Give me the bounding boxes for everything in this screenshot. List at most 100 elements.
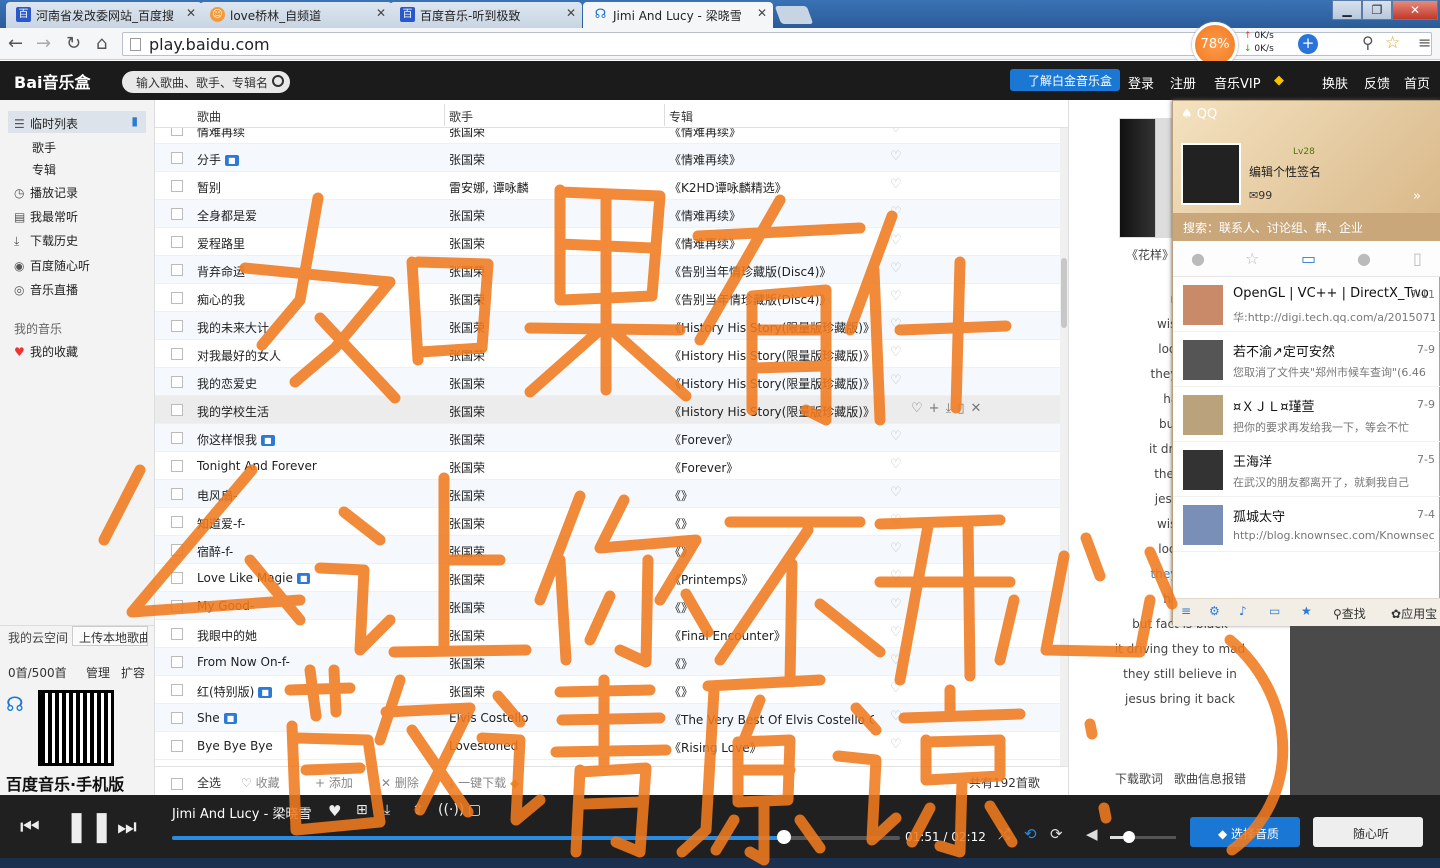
menu-icon[interactable]: ≡ (1418, 33, 1431, 52)
song-title[interactable]: 红(特别版) ■ (197, 683, 272, 700)
row-checkbox[interactable] (171, 320, 183, 332)
more-icon[interactable]: ▯ (957, 401, 970, 416)
song-row[interactable]: 情难再续 张国荣 《情难再续》 ♡ (155, 128, 1060, 144)
song-row[interactable]: 我眼中的她 张国荣 《Final Encounter》 ♡ (155, 620, 1060, 648)
favorite-icon[interactable]: ♥ (328, 802, 341, 820)
login-link[interactable]: 登录 (1128, 73, 1154, 92)
song-album[interactable]: 《情难再续》 (669, 235, 741, 252)
speed-plus-icon[interactable]: + (1298, 34, 1318, 54)
song-artist[interactable]: Elvis Costello (449, 711, 529, 725)
share-icon[interactable]: ⇪ (412, 802, 424, 818)
song-album[interactable]: 《Printemps》 (669, 571, 754, 588)
song-title[interactable]: 我的学校生活 (197, 403, 269, 420)
tab-close-icon[interactable]: ✕ (566, 6, 576, 20)
tab-favorites-icon[interactable]: ☆ (1245, 249, 1259, 268)
tab-groups-icon[interactable]: ● (1357, 249, 1371, 268)
star-icon[interactable]: ☆ (1385, 33, 1400, 53)
contact-avatar[interactable] (1183, 340, 1223, 380)
song-title[interactable]: 分手 ■ (197, 151, 239, 168)
sidebar-item-live[interactable]: ◎ 音乐直播 (14, 281, 78, 298)
qq-star-icon[interactable]: ★ (1301, 604, 1312, 618)
music-search-input[interactable]: 输入歌曲、歌手、专辑名 (122, 71, 290, 93)
heart-icon[interactable]: ♡ (890, 737, 902, 752)
search-icon[interactable] (272, 75, 284, 87)
forward-icon[interactable]: → (36, 33, 51, 54)
song-album[interactable]: 《情难再续》 (669, 151, 741, 168)
repeat-icon[interactable]: ⟲ (1024, 825, 1037, 843)
download-all-button[interactable]: ⤓ 一键下载 ◆ (449, 774, 519, 791)
row-checkbox[interactable] (171, 488, 183, 500)
song-artist[interactable]: 张国荣 (449, 319, 485, 336)
search-icon[interactable]: ⚲ (1362, 33, 1374, 52)
heart-icon[interactable]: ♡ (890, 485, 902, 500)
qq-search-input[interactable]: 搜索：联系人、讨论组、群、企业 (1173, 213, 1440, 241)
heart-icon[interactable]: ♡ (890, 289, 902, 304)
volume-icon[interactable]: ◀ (1086, 825, 1098, 843)
row-checkbox[interactable] (171, 516, 183, 528)
qq-signature[interactable]: 编辑个性签名 (1249, 163, 1321, 180)
heart-icon[interactable]: ♡ (890, 128, 902, 136)
song-artist[interactable]: 张国荣 (449, 235, 485, 252)
song-artist[interactable]: 张国荣 (449, 543, 485, 560)
song-artist[interactable]: 张国荣 (449, 347, 485, 364)
heart-icon[interactable]: ♡ (890, 233, 902, 248)
row-actions[interactable]: ♡+⤓▯✕ (911, 401, 987, 416)
row-checkbox[interactable] (171, 264, 183, 276)
sidebar-item-artist[interactable]: 歌手 (32, 139, 56, 156)
song-row[interactable]: 宿醉-f- 张国荣 《》 ♡ (155, 536, 1060, 564)
song-artist[interactable]: 张国荣 (449, 375, 485, 392)
contact-avatar[interactable] (1183, 395, 1223, 435)
scroll-thumb[interactable] (1061, 258, 1067, 328)
mini-mode-icon[interactable]: ▢ (468, 802, 481, 818)
qq-mail[interactable]: ✉99 (1249, 189, 1272, 202)
row-checkbox[interactable] (171, 292, 183, 304)
cloud-expand-link[interactable]: 扩容 (121, 664, 145, 681)
song-row[interactable]: From Now On-f- 张国荣 《》 ♡ (155, 648, 1060, 676)
home-icon[interactable]: ⌂ (96, 33, 107, 54)
qq-contact-item[interactable]: OpenGL | VC++ | DirectX_Two 7-11 华:http://… (1173, 277, 1440, 332)
song-artist[interactable]: 张国荣 (449, 431, 485, 448)
song-title[interactable]: 爱程路里 (197, 235, 245, 252)
qq-contact-item[interactable]: ¤ＸＪＬ¤瑾萱 7-9 把你的要求再发给我一下，等会不忙 (1173, 387, 1440, 442)
song-title[interactable]: 对我最好的女人 (197, 347, 281, 364)
song-row[interactable]: 红(特别版) ■ 张国荣 《》 ♡ (155, 676, 1060, 704)
song-album[interactable]: 《》 (669, 487, 693, 504)
row-checkbox[interactable] (171, 600, 183, 612)
song-row[interactable]: 你这样恨我 ■ 张国荣 《Forever》 ♡ (155, 424, 1060, 452)
heart-icon[interactable]: ♡ (890, 345, 902, 360)
heart-icon[interactable]: ♡ (890, 681, 902, 696)
contact-avatar[interactable] (1183, 450, 1223, 490)
row-checkbox[interactable] (171, 572, 183, 584)
song-artist[interactable]: 张国荣 (449, 487, 485, 504)
song-album[interactable]: 《告别当年情珍藏版(Disc4)》 (669, 263, 831, 280)
heart-icon[interactable]: ♡ (890, 261, 902, 276)
tab-phone-icon[interactable]: ▯ (1413, 249, 1422, 268)
back-icon[interactable]: ← (8, 33, 23, 54)
song-title[interactable]: 知道爱-f- (197, 515, 245, 532)
song-album[interactable]: 《情难再续》 (669, 207, 741, 224)
song-album[interactable]: 《The Very Best Of Elvis Costello C... (669, 711, 874, 728)
song-artist[interactable]: 张国荣 (449, 291, 485, 308)
skin-link[interactable]: 换肤 (1322, 73, 1348, 92)
music-vip-link[interactable]: 音乐VIP (1214, 73, 1261, 92)
song-row[interactable]: 知道爱-f- 张国荣 《》 ♡ (155, 508, 1060, 536)
song-album[interactable]: 《History His Story(限量版珍藏版)》 (669, 375, 874, 392)
progress-bar[interactable] (172, 830, 900, 844)
song-album[interactable]: 《》 (669, 543, 693, 560)
browser-tab-1[interactable]: 百 河南省发改委网站_百度搜 ✕ (6, 2, 202, 28)
song-album[interactable]: 《》 (669, 599, 693, 616)
sidebar-item-random[interactable]: ◉ 百度随心听 (14, 257, 90, 274)
sidebar-item-most-played[interactable]: ▤ 我最常听 (14, 208, 78, 225)
song-album[interactable]: 《K2HD谭咏麟精选》 (669, 179, 787, 196)
browser-tab-4[interactable]: ☊ Jimi And Lucy - 梁晓雪 ✕ (583, 2, 773, 28)
row-checkbox[interactable] (171, 740, 183, 752)
song-title[interactable]: 我的恋爱史 (197, 375, 257, 392)
song-title[interactable]: 你这样恨我 ■ (197, 431, 275, 448)
feedback-link[interactable]: 反馈 (1364, 73, 1390, 92)
sidebar-item-temp-list[interactable]: ☰ 临时列表 ▮ (8, 111, 146, 133)
heart-icon[interactable]: ♡ (890, 457, 902, 472)
tab-chats-icon[interactable]: ▭ (1301, 249, 1316, 268)
report-error-link[interactable]: 歌曲信息报错 (1174, 770, 1246, 787)
song-artist[interactable]: 张国荣 (449, 599, 485, 616)
heart-icon[interactable]: ♡ (890, 513, 902, 528)
